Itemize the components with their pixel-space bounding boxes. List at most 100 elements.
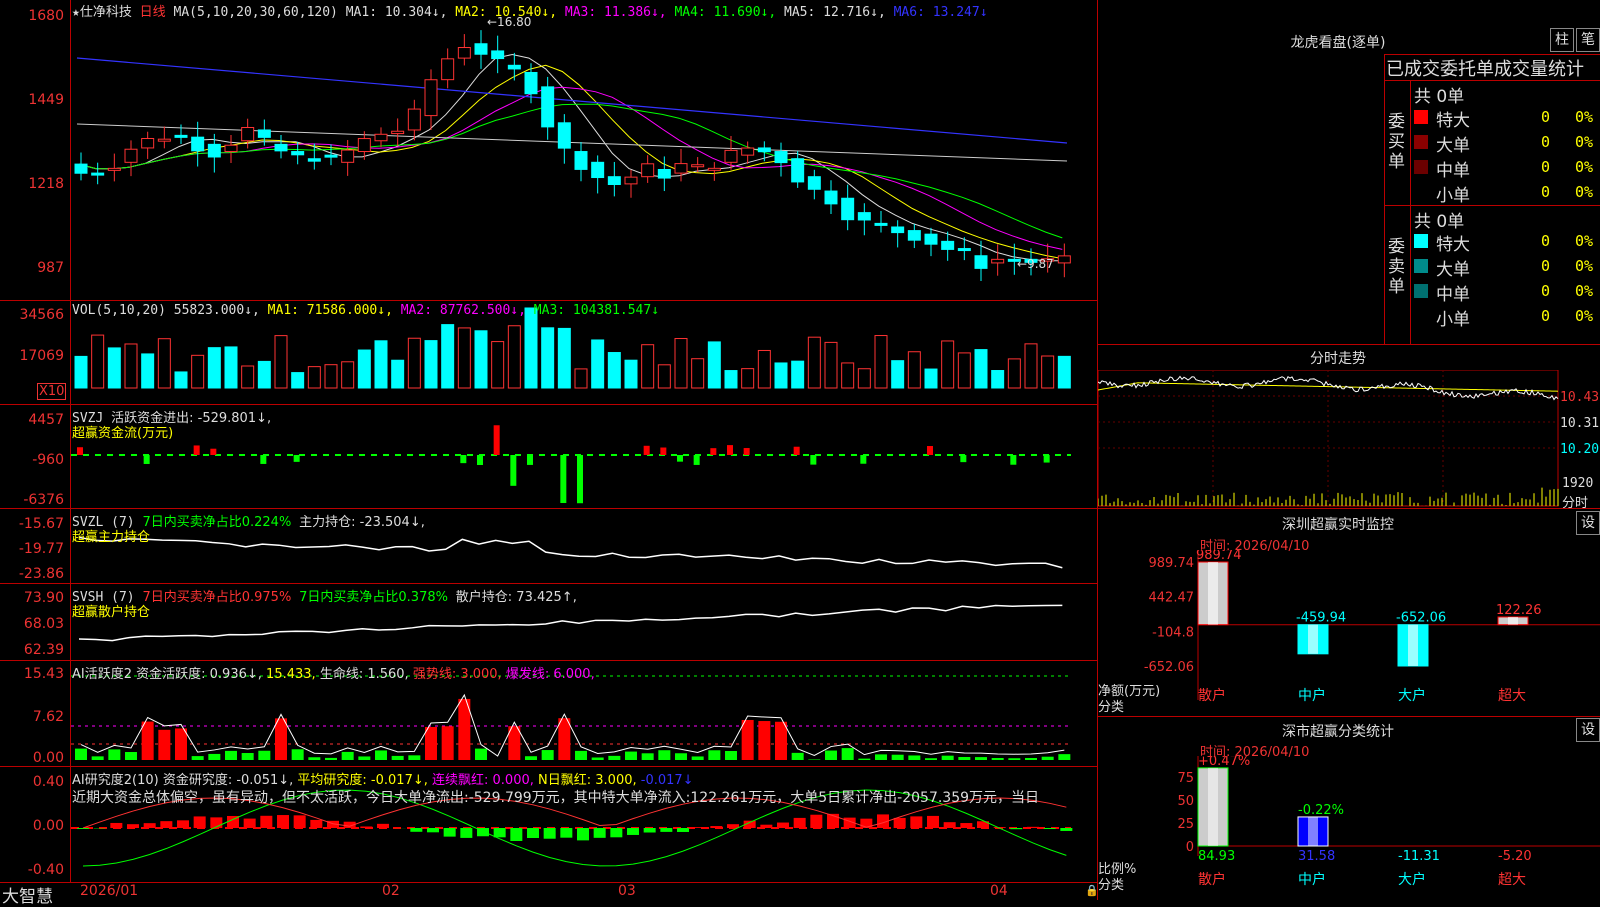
ai2-header: AI研究度2(10) 资金研究度: -0.051↓, 平均研究度: -0.017… (72, 769, 694, 788)
row-pct: 0% (1575, 158, 1593, 176)
flow-bar (77, 447, 83, 455)
volume-bar (342, 362, 354, 388)
activity-bar (658, 750, 670, 760)
research-bar (694, 827, 706, 828)
legend-swatch (1414, 259, 1428, 273)
vol-tick: 34566 (19, 307, 64, 323)
ma-header: ★仕净科技 日线 MA(5,10,20,30,60,120) MA1: 10.3… (72, 1, 988, 20)
candle (125, 149, 137, 162)
flow-bar (510, 455, 516, 486)
period-label[interactable]: 日线 (140, 5, 166, 20)
candle (608, 177, 620, 185)
row-name: 小单 (1436, 305, 1470, 330)
activity-bar (75, 749, 87, 760)
activity-bar (692, 756, 704, 760)
volume-bar (358, 350, 370, 388)
svsh-t3: 散户持仓: 73.425↑, (456, 590, 577, 605)
candle (842, 198, 854, 219)
candle (858, 213, 870, 220)
research-bar (627, 828, 639, 835)
research-bar (910, 816, 922, 828)
classify-value: -5.20 (1498, 849, 1532, 864)
candle (158, 139, 170, 141)
favorite-star-icon[interactable]: ★ (72, 5, 80, 20)
candle (192, 137, 204, 151)
ai-t3: 生命线: 1.560, (320, 667, 409, 682)
activity-bar (408, 755, 420, 760)
volume-bar (258, 361, 270, 388)
divider (1098, 508, 1600, 509)
monitor-tick: -652.06 (1144, 660, 1194, 675)
research-bar (460, 828, 472, 838)
flow-bar (644, 446, 650, 455)
intraday-chart[interactable] (1098, 370, 1600, 508)
classify-tick: 25 (1177, 817, 1194, 832)
volume-bar (775, 363, 787, 388)
research-bar (894, 818, 906, 828)
candle (258, 130, 270, 137)
ma6-value: MA6: 13.247↓ (894, 5, 988, 20)
candle (425, 80, 437, 116)
ai-tick: 15.43 (24, 666, 64, 682)
activity-bar (1058, 754, 1070, 760)
research-bar (410, 828, 422, 832)
flow-bar (144, 455, 150, 464)
research-bar (560, 828, 572, 838)
volume-bar (442, 325, 454, 388)
intraday-title: 分时走势 (1098, 348, 1578, 368)
lock-icon[interactable]: 🔒 (1085, 884, 1099, 897)
candle (808, 177, 820, 190)
row-pct: 0% (1575, 183, 1593, 201)
monitor-tick: 989.74 (1149, 556, 1195, 571)
candle (758, 148, 770, 152)
volume-bar (325, 365, 337, 388)
activity-bar (908, 755, 920, 760)
volume-bar (308, 367, 320, 388)
bar-mode-button[interactable]: 柱 (1550, 28, 1574, 52)
research-bar (794, 818, 806, 828)
activity-bar (825, 751, 837, 760)
activity-bar (592, 757, 604, 760)
ai-t5: 爆发线: 6.000, (506, 667, 595, 682)
candle (825, 191, 837, 204)
svzl-tick: -19.77 (19, 541, 64, 557)
candle (492, 51, 504, 59)
activity-bar (292, 749, 304, 760)
classify-category: 散户 (1198, 871, 1226, 888)
volume-bar (958, 353, 970, 388)
row-count: 0 (1541, 133, 1550, 151)
row-name: 特大 (1436, 106, 1470, 131)
svzj-sub: 超赢资金流(万元) (72, 422, 173, 441)
tick-mode-button[interactable]: 笔 (1576, 28, 1600, 52)
legend-swatch (1414, 135, 1428, 149)
research-bar (710, 826, 722, 828)
monitor-settings-button[interactable]: 设 (1576, 511, 1600, 535)
low-mark: ←9.87 (1017, 257, 1054, 271)
date-tick: 02 (382, 883, 400, 899)
vol-label: VOL(5,10,20) (72, 303, 166, 318)
activity-bar (625, 752, 637, 760)
divider (1098, 716, 1600, 717)
candle (75, 164, 87, 173)
legend-swatch (1414, 309, 1428, 323)
flow-bar (694, 455, 700, 465)
vol-ma1: MA1: 71586.000↓, (268, 303, 393, 318)
monitor-bar-shine (1208, 562, 1218, 625)
monitor-bar-shine (1508, 617, 1518, 625)
volume-bar (808, 337, 820, 388)
row-name: 特大 (1436, 230, 1470, 255)
classify-settings-button[interactable]: 设 (1576, 718, 1600, 742)
brand-logo[interactable]: 大智慧 (2, 882, 53, 907)
research-bar (294, 815, 306, 828)
volume-bar (92, 335, 104, 388)
research-bar (960, 823, 972, 828)
volume-bar (425, 341, 437, 388)
volume-bar (492, 342, 504, 388)
kline-chart[interactable]: ←16.80←9.87 (71, 0, 1097, 882)
row-count: 0 (1541, 282, 1550, 300)
left-panel[interactable]: 1680 1449 1218 987 34566 17069 X10 4457 … (0, 0, 1098, 900)
volume-bar (658, 365, 670, 388)
row-pct: 0% (1575, 232, 1593, 250)
monitor-tick: 442.47 (1149, 591, 1195, 606)
monitor-category: 散户 (1198, 687, 1226, 704)
